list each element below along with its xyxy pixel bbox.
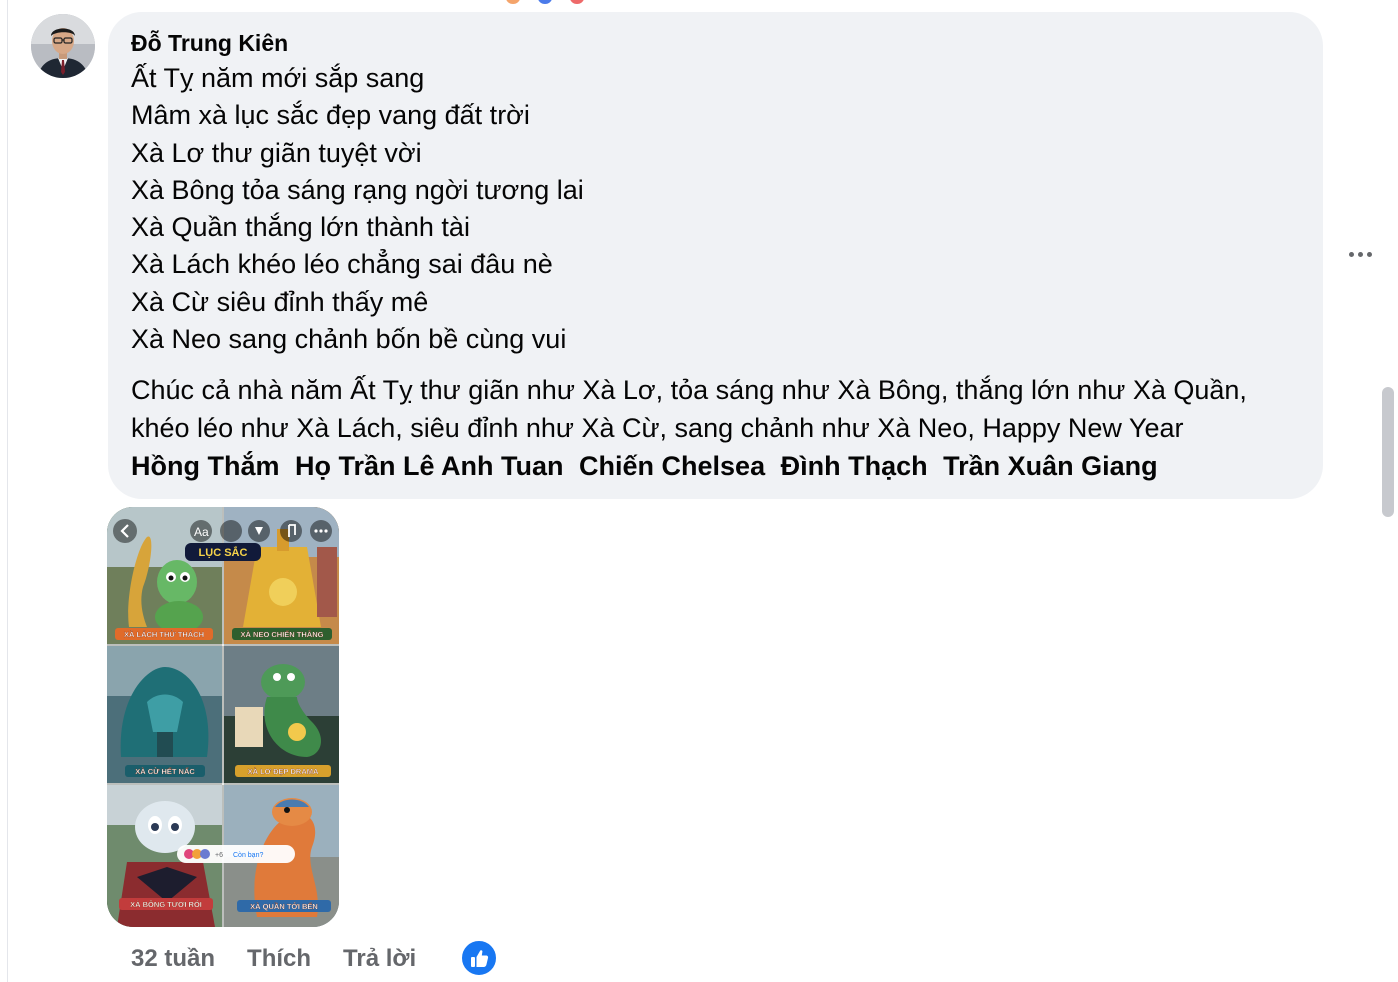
poem-line: Xà Lách khéo léo chẳng sai đâu nè bbox=[131, 249, 553, 280]
story-more-icon bbox=[310, 520, 332, 542]
tag-link[interactable]: Đình Thạch bbox=[781, 451, 928, 481]
poem-line: Xà Bông tỏa sáng rạng ngời tương lai bbox=[131, 174, 584, 205]
comment-author-name[interactable]: Đỗ Trung Kiên bbox=[131, 29, 288, 57]
previous-reactions-peek bbox=[506, 0, 596, 4]
poem-line: Xà Cừ siêu đỉnh thấy mê bbox=[131, 286, 429, 317]
poem-line: Xà Neo sang chảnh bốn bề cùng vui bbox=[131, 324, 567, 355]
scrollbar-thumb[interactable] bbox=[1382, 387, 1394, 517]
author-avatar[interactable] bbox=[31, 14, 95, 78]
comment-actions: 32 tuần Thích Trả lời bbox=[131, 940, 416, 978]
story-back-icon bbox=[113, 519, 137, 543]
thread-connector-line bbox=[7, 0, 8, 982]
image-caption: XÀ QUẦN TỚI BẾN bbox=[250, 901, 318, 911]
like-button[interactable]: Thích bbox=[247, 945, 311, 973]
image-caption: XÀ LÁCH THỬ THÁCH bbox=[124, 630, 204, 639]
image-caption: XÀ LƠ ĐẸP DRAMA bbox=[248, 767, 319, 776]
comment-poem: Ất Tỵ năm mới sắp sang Mâm xà lục sắc đẹ… bbox=[131, 60, 1301, 358]
poem-line: Xà Lơ thư giãn tuyệt vời bbox=[131, 137, 422, 168]
comment-wish-text: Chúc cả nhà năm Ất Tỵ thư giãn như Xà Lơ… bbox=[131, 375, 1247, 443]
story-text-tool: Aa bbox=[194, 525, 209, 539]
image-caption: XÀ CỪ HẾT NẤC bbox=[135, 766, 195, 776]
like-reaction-badge[interactable] bbox=[460, 939, 498, 977]
image-caption: XÀ NEO CHIẾN THẮNG bbox=[241, 629, 324, 639]
poem-line: Ất Tỵ năm mới sắp sang bbox=[131, 63, 425, 93]
poem-line: Xà Quần thắng lớn thành tài bbox=[131, 212, 470, 243]
thumbs-up-icon bbox=[471, 950, 489, 967]
tag-link[interactable]: Họ Trần Lê Anh Tuan bbox=[295, 451, 564, 481]
image-caption: XÀ BÔNG TƯƠI RÓI bbox=[130, 900, 202, 909]
tag-link[interactable]: Chiến Chelsea bbox=[579, 451, 765, 481]
pill-text: Còn bạn? bbox=[233, 852, 263, 859]
tag-link[interactable]: Hồng Thắm bbox=[131, 451, 280, 481]
tag-link[interactable]: Trần Xuân Giang bbox=[943, 451, 1158, 481]
tagged-people: Hồng Thắm Họ Trần Lê Anh Tuan Chiến Chel… bbox=[131, 447, 1158, 485]
comment-timestamp[interactable]: 32 tuần bbox=[131, 945, 215, 973]
story-reaction-pill: +6 Còn bạn? bbox=[177, 845, 295, 863]
more-options-button[interactable] bbox=[1343, 243, 1379, 267]
pill-count: +6 bbox=[215, 852, 223, 859]
logo-text: LỤC SẮC bbox=[199, 546, 248, 559]
luc-sac-logo: LỤC SẮC bbox=[185, 543, 261, 561]
reply-button[interactable]: Trả lời bbox=[343, 945, 416, 973]
poem-line: Mâm xà lục sắc đẹp vang đất trời bbox=[131, 100, 530, 131]
comment-image[interactable]: Aa LỤC SẮC XÀ LÁCH THỬ THÁCH XÀ NEO CHIẾ… bbox=[107, 507, 339, 927]
